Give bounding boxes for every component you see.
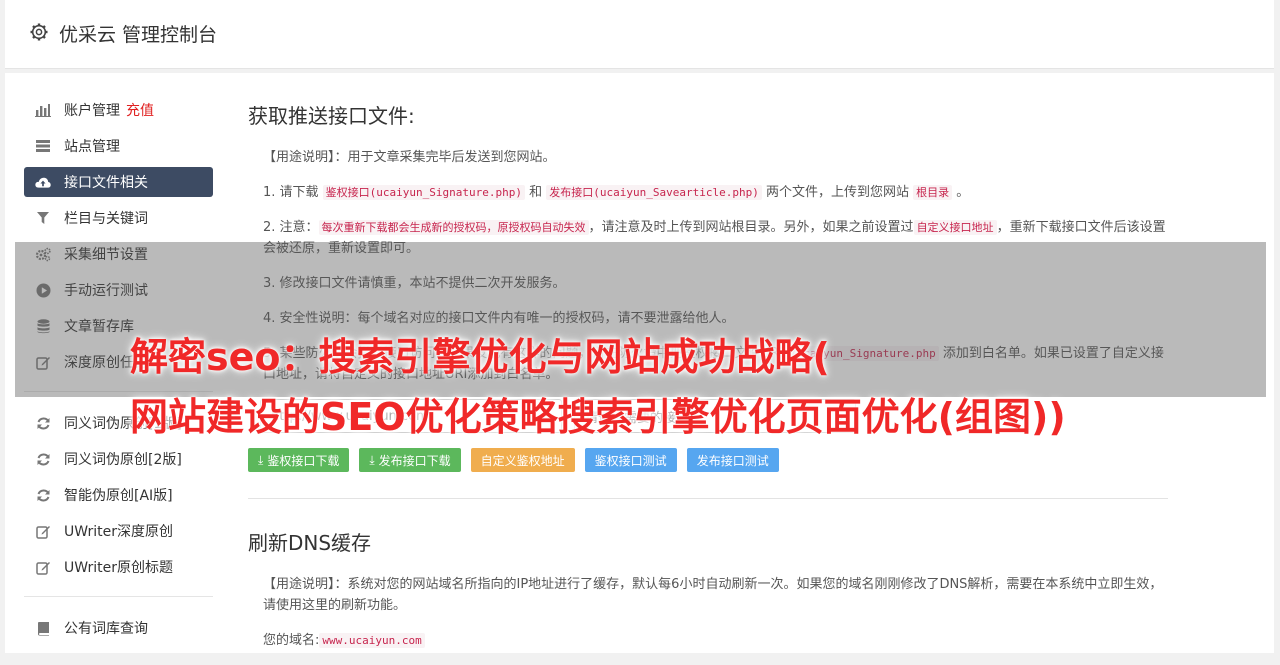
sidebar-item-label: UWriter深度原创 (64, 524, 173, 540)
sidebar-item-sites[interactable]: 站点管理 (24, 131, 213, 161)
edit-icon (35, 523, 51, 539)
page-title: 优采云 管理控制台 (59, 24, 218, 46)
step-text: 1. 请下载 (263, 185, 323, 200)
warning-code: 每次重新下载都会生成新的授权码，原授权码自动失效 (318, 220, 589, 235)
sidebar-divider (24, 596, 213, 597)
domain-value: www.ucaiyun.com (319, 633, 425, 648)
button-label: 发布接口下载 (378, 453, 451, 468)
book-icon (35, 620, 51, 636)
section-divider (248, 498, 1168, 499)
sidebar-item-columns-keywords[interactable]: 栏目与关键词 (24, 203, 213, 233)
sidebar-item-label: 接口文件相关 (64, 175, 148, 191)
custom-url-code: 自定义接口地址 (913, 220, 997, 235)
step-text: 。 (952, 185, 970, 200)
dns-usage-text: 【用途说明】：系统对您的网站域名所指向的IP地址进行了缓存，默认每6小时自动刷新… (263, 577, 1163, 613)
sidebar-item-uwriter-deep[interactable]: UWriter深度原创 (24, 516, 213, 546)
filter-icon (35, 210, 51, 226)
refresh-icon (35, 415, 51, 431)
download-publish-button[interactable]: ⤓ 发布接口下载 (359, 448, 461, 472)
domain-label: 您的域名: (263, 633, 320, 648)
sidebar-item-ai-rewrite[interactable]: 智能伪原创[AI版] (24, 480, 213, 510)
sidebar-item-uwriter-title[interactable]: UWriter原创标题 (24, 552, 213, 582)
recharge-link[interactable]: 充值 (126, 100, 154, 120)
sidebar-item-synonym-v2[interactable]: 同义词伪原创[2版] (24, 444, 213, 474)
test-publish-button[interactable]: 发布接口测试 (686, 448, 779, 472)
download-icon: ⤓ (369, 452, 375, 467)
top-header: 优采云 管理控制台 (5, 0, 1274, 69)
server-icon (35, 138, 51, 154)
root-dir-code: 根目录 (913, 185, 953, 200)
download-icon: ⤓ (258, 452, 264, 467)
section-title-interface: 获取推送接口文件: (248, 104, 415, 128)
refresh-icon (35, 487, 51, 503)
savearticle-file-code: 发布接口(ucaiyun_Savearticle.php) (546, 185, 762, 200)
refresh-icon (35, 451, 51, 467)
section-title-dns: 刷新DNS缓存 (248, 531, 372, 555)
step-text: 和 (525, 185, 547, 200)
sidebar-item-label: 账户管理 (64, 103, 120, 119)
sidebar-item-label: 站点管理 (64, 139, 120, 155)
custom-signature-url-button[interactable]: 自定义鉴权地址 (470, 448, 575, 472)
sidebar-item-label: 同义词伪原创[2版] (64, 452, 182, 468)
gear-icon[interactable] (29, 22, 49, 42)
step-text: ，请注意及时上传到网站根目录。另外，如果之前设置过 (588, 220, 914, 235)
step-text: 2. 注意： (263, 220, 319, 235)
button-label: 鉴权接口测试 (594, 453, 667, 468)
button-label: 发布接口测试 (696, 453, 769, 468)
usage-text: 【用途说明】：用于文章采集完毕后发送到您网站。 (263, 150, 556, 165)
sidebar-item-interface-files[interactable]: 接口文件相关 (24, 167, 213, 197)
overlay-title-line-2: 网站建设的SEO优化策略搜索引擎优化页面优化(组图)) (130, 395, 1066, 439)
sidebar-item-public-thesaurus[interactable]: 公有词库查询 (24, 613, 213, 643)
cloud-upload-icon (35, 174, 51, 190)
signature-file-code: 鉴权接口(ucaiyun_Signature.php) (322, 185, 525, 200)
bar-chart-icon (35, 102, 51, 118)
action-buttons: ⤓ 鉴权接口下载 ⤓ 发布接口下载 自定义鉴权地址 鉴权接口测试 发布接口测试 (248, 448, 1168, 472)
sidebar-item-label: 公有词库查询 (64, 621, 148, 637)
button-label: 鉴权接口下载 (267, 453, 340, 468)
sidebar-item-label: 栏目与关键词 (64, 211, 148, 227)
overlay-title-line-1: 解密seo：搜索引擎优化与网站成功战略( (130, 335, 830, 379)
test-signature-button[interactable]: 鉴权接口测试 (584, 448, 677, 472)
step-text: 两个文件，上传到您网站 (761, 185, 914, 200)
sidebar-item-label: 智能伪原创[AI版] (64, 488, 173, 504)
sidebar-item-account[interactable]: 账户管理 充值 (24, 95, 213, 125)
domain-line: 您的域名: www.ucaiyun.com (263, 630, 1168, 651)
sidebar-item-label: UWriter原创标题 (64, 560, 173, 576)
button-label: 自定义鉴权地址 (480, 453, 565, 468)
edit-icon (35, 559, 51, 575)
step-1: 1. 请下载 鉴权接口(ucaiyun_Signature.php) 和 发布接… (263, 182, 1168, 203)
download-signature-button[interactable]: ⤓ 鉴权接口下载 (248, 448, 350, 472)
